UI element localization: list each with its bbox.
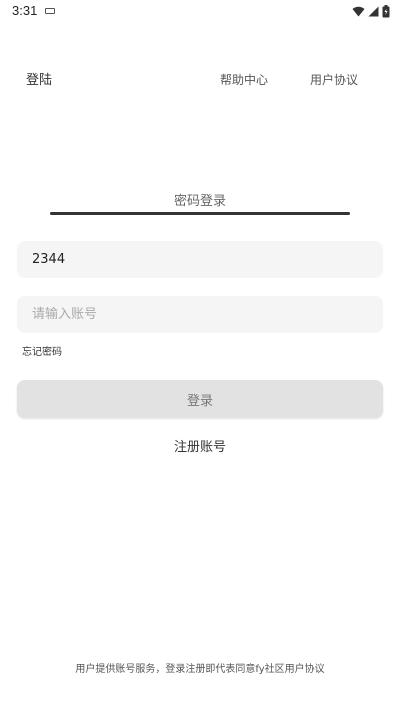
field-1-input[interactable] [30, 251, 370, 268]
help-center-link[interactable]: 帮助中心 [220, 71, 268, 88]
user-agreement-link[interactable]: 用户协议 [310, 71, 358, 88]
page-title: 登陆 [26, 73, 53, 88]
footer-agreement-text: 用户提供账号服务，登录注册即代表同意fy社区用户协议 [75, 664, 325, 675]
login-screen: 3:31 登陆 帮助中心 用户协议 密码登录 忘记密码 登录 注册账号 用户提供… [0, 0, 400, 711]
account-field-container [17, 296, 383, 333]
status-bar: 3:31 [0, 0, 400, 22]
field-1-container [17, 241, 383, 278]
signal-icon [368, 6, 379, 16]
login-button[interactable]: 登录 [17, 380, 383, 418]
status-time: 3:31 [12, 3, 38, 18]
tab-password-login[interactable]: 密码登录 [50, 190, 350, 209]
register-link[interactable]: 注册账号 [0, 436, 400, 455]
status-icons [352, 4, 390, 18]
tab-indicator [50, 212, 350, 215]
wifi-icon [352, 6, 365, 16]
account-input[interactable] [30, 306, 370, 323]
forgot-password-link[interactable]: 忘记密码 [22, 343, 62, 358]
battery-icon [382, 4, 390, 17]
keyboard-icon [45, 8, 55, 14]
